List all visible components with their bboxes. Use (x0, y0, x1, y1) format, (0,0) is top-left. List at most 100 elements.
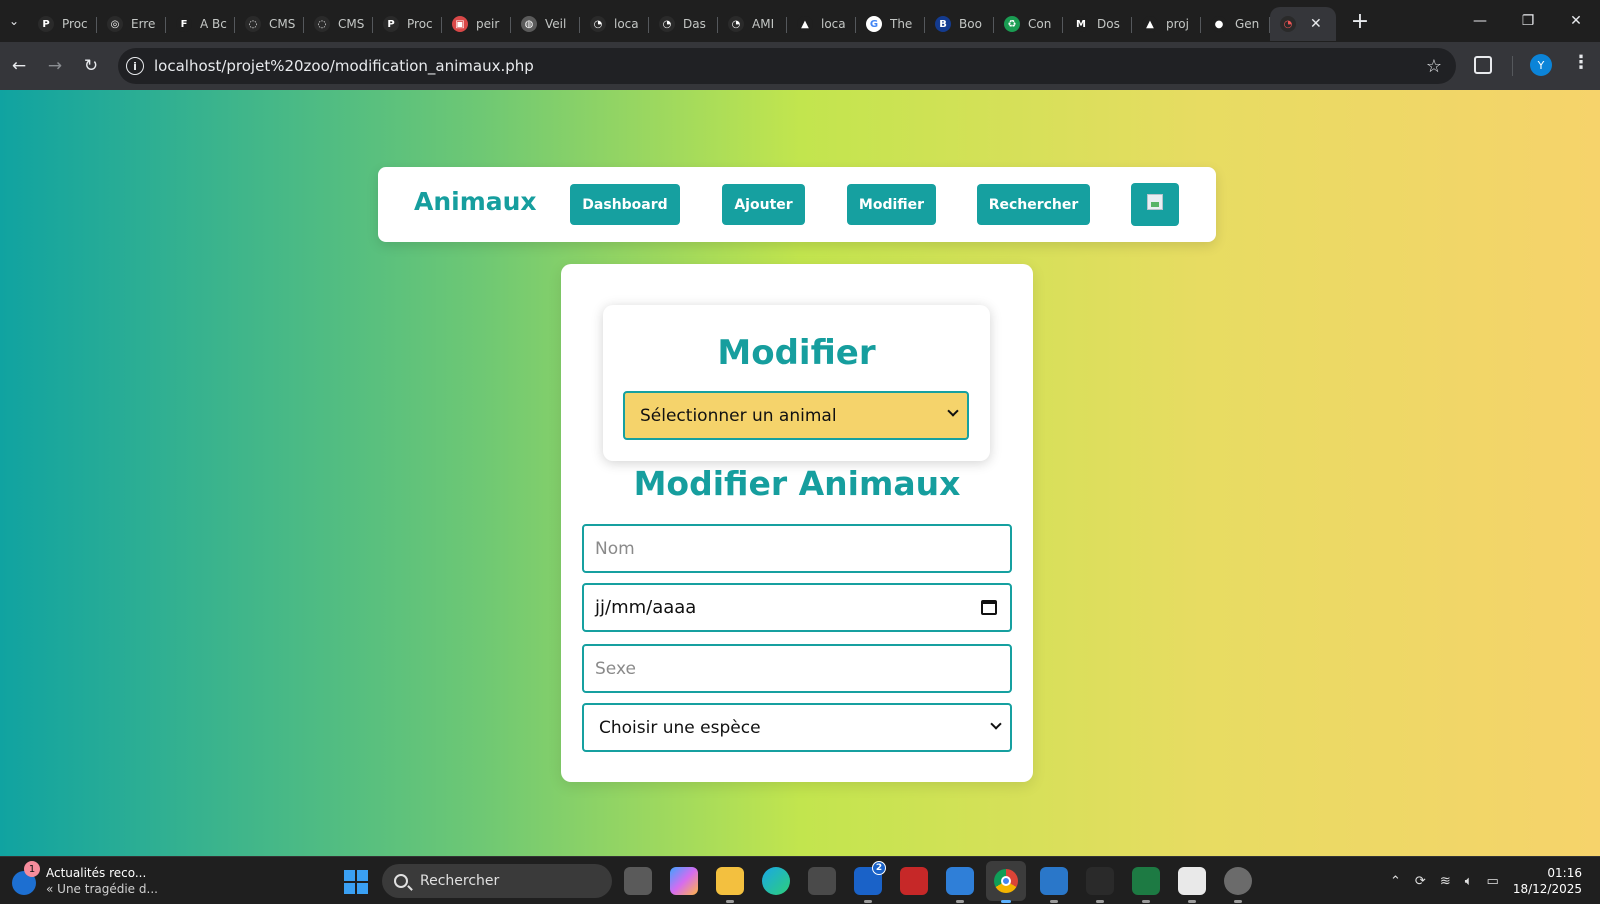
reload-button[interactable]: ↻ (74, 49, 108, 83)
copilot-icon[interactable] (670, 867, 698, 895)
battery-icon[interactable]: ▭ (1487, 874, 1499, 889)
date-value: jj/mm/aaaa (595, 597, 697, 618)
tab[interactable]: ▲ loca (787, 7, 856, 41)
url-text: localhost/projet%20zoo/modification_anim… (154, 57, 534, 75)
site-brand[interactable]: Animaux (414, 187, 537, 216)
nav-modifier-button[interactable]: Modifier (847, 184, 936, 225)
taskbar-search[interactable]: Rechercher (382, 864, 612, 898)
profile-avatar[interactable]: Y (1530, 54, 1552, 76)
tab[interactable]: G The (856, 7, 925, 41)
edge-icon[interactable] (762, 867, 790, 895)
tab-title: loca (821, 17, 846, 31)
clock-time: 01:16 (1547, 866, 1582, 880)
address-bar[interactable]: i localhost/projet%20zoo/modification_an… (118, 48, 1456, 84)
mcafee-icon[interactable] (900, 867, 928, 895)
new-tab-button[interactable]: + (1348, 9, 1372, 34)
minimize-button[interactable]: — (1456, 0, 1504, 42)
system-tray: ⌃ ⟳ ≋ 🔈︎ ▭ 01:16 18/12/2025 (1390, 857, 1600, 904)
chevron-up-icon[interactable]: ⌃ (1390, 874, 1401, 889)
news-badge: 1 (24, 861, 40, 877)
tab-title: The (890, 17, 913, 31)
tab-title: Gen (1235, 17, 1260, 31)
tab[interactable]: ◌ CMS (304, 7, 373, 41)
tab-active[interactable]: ◔ ✕ (1270, 7, 1336, 41)
site-info-icon[interactable]: i (126, 57, 144, 75)
news-widget[interactable]: 1 Actualités reco... « Une tragédie d... (12, 861, 158, 897)
toolbar-separator (1512, 56, 1513, 76)
tab-favicon: ▲ (1142, 16, 1158, 32)
url-path: /projet%20zoo/modification_animaux.php (221, 57, 534, 75)
tab-favicon: B (935, 16, 951, 32)
tab-title: Das (683, 17, 706, 31)
calendar-icon[interactable] (981, 600, 997, 615)
tab-favicon: ▲ (797, 16, 813, 32)
tab[interactable]: ● Gen (1201, 7, 1270, 41)
search-icon (394, 874, 408, 888)
tab[interactable]: ◌ CMS (235, 7, 304, 41)
sexe-input[interactable]: Sexe (582, 644, 1012, 693)
tab-favicon: M (1073, 16, 1089, 32)
nav-rechercher-button[interactable]: Rechercher (977, 184, 1090, 225)
bookmark-star-icon[interactable]: ☆ (1426, 56, 1442, 77)
settings-gear-icon[interactable] (1224, 867, 1252, 903)
tab-title: Con (1028, 17, 1052, 31)
xampp-icon[interactable] (1086, 867, 1114, 903)
nav-image-button[interactable] (1131, 183, 1179, 226)
tab[interactable]: P Proc (28, 7, 97, 41)
windows-taskbar: 1 Actualités reco... « Une tragédie d...… (0, 856, 1600, 904)
tab-favicon: ◌ (314, 16, 330, 32)
window-controls: — ❐ ✕ (1456, 0, 1600, 42)
animal-select[interactable]: Sélectionner un animal (623, 391, 969, 440)
tab[interactable]: B Boo (925, 7, 994, 41)
close-tab-icon[interactable]: ✕ (1310, 16, 1322, 32)
excel-icon[interactable] (1132, 867, 1160, 903)
nav-dashboard-button[interactable]: Dashboard (570, 184, 680, 225)
chrome-taskbar-icon[interactable] (986, 861, 1026, 903)
task-view-icon[interactable] (624, 867, 652, 895)
tab[interactable]: ▣ peir (442, 7, 511, 41)
broken-image-icon (1147, 194, 1163, 210)
tab[interactable]: P Proc (373, 7, 442, 41)
tab[interactable]: ◎ Erre (97, 7, 166, 41)
tab[interactable]: ♻ Con (994, 7, 1063, 41)
tab[interactable]: M Dos (1063, 7, 1132, 41)
wifi-icon[interactable]: ≋ (1440, 874, 1451, 889)
browser-menu-icon[interactable]: ⋮ (1572, 52, 1590, 73)
birthdate-input[interactable]: jj/mm/aaaa (582, 583, 1012, 632)
tab-favicon: ◔ (590, 16, 606, 32)
tab[interactable]: F A Bc (166, 7, 235, 41)
tab[interactable]: ◔ Das (649, 7, 718, 41)
espece-select[interactable]: Choisir une espèce (582, 703, 1012, 752)
nom-input[interactable]: Nom (582, 524, 1012, 573)
nav-ajouter-button[interactable]: Ajouter (722, 184, 805, 225)
news-title: Actualités reco... (46, 866, 147, 880)
extensions-icon[interactable] (1474, 56, 1492, 74)
tab[interactable]: ▲ proj (1132, 7, 1201, 41)
volume-icon[interactable]: 🔈︎ (1465, 874, 1473, 889)
page-viewport: Animaux Dashboard Ajouter Modifier Reche… (0, 90, 1600, 856)
tab-favicon: P (383, 16, 399, 32)
vscode-icon[interactable] (1040, 867, 1068, 903)
tab-favicon: ◔ (659, 16, 675, 32)
tab[interactable]: ◔ loca (580, 7, 649, 41)
sync-icon[interactable]: ⟳ (1415, 874, 1426, 889)
tab-title: Veil (545, 17, 567, 31)
tab-search-button[interactable]: ⌄ (0, 7, 28, 35)
snipping-tool-icon[interactable] (1178, 867, 1206, 903)
restore-button[interactable]: ❐ (1504, 0, 1552, 42)
file-explorer-icon[interactable] (716, 867, 744, 903)
outlook-icon[interactable] (946, 867, 974, 903)
news-icon: 1 (12, 861, 40, 895)
clock[interactable]: 01:16 18/12/2025 (1513, 865, 1582, 897)
back-button[interactable]: ← (2, 49, 36, 83)
mail-badge: 2 (872, 861, 886, 875)
forward-button[interactable]: → (38, 49, 72, 83)
teams-icon[interactable]: 2 (854, 861, 886, 903)
tab[interactable]: ◔ AMI (718, 7, 787, 41)
start-button[interactable] (344, 870, 368, 894)
close-window-button[interactable]: ✕ (1552, 0, 1600, 42)
tab-title: CMS (269, 17, 296, 31)
tab[interactable]: ◍ Veil (511, 7, 580, 41)
tab-favicon: ◍ (521, 16, 537, 32)
store-icon[interactable] (808, 867, 836, 895)
